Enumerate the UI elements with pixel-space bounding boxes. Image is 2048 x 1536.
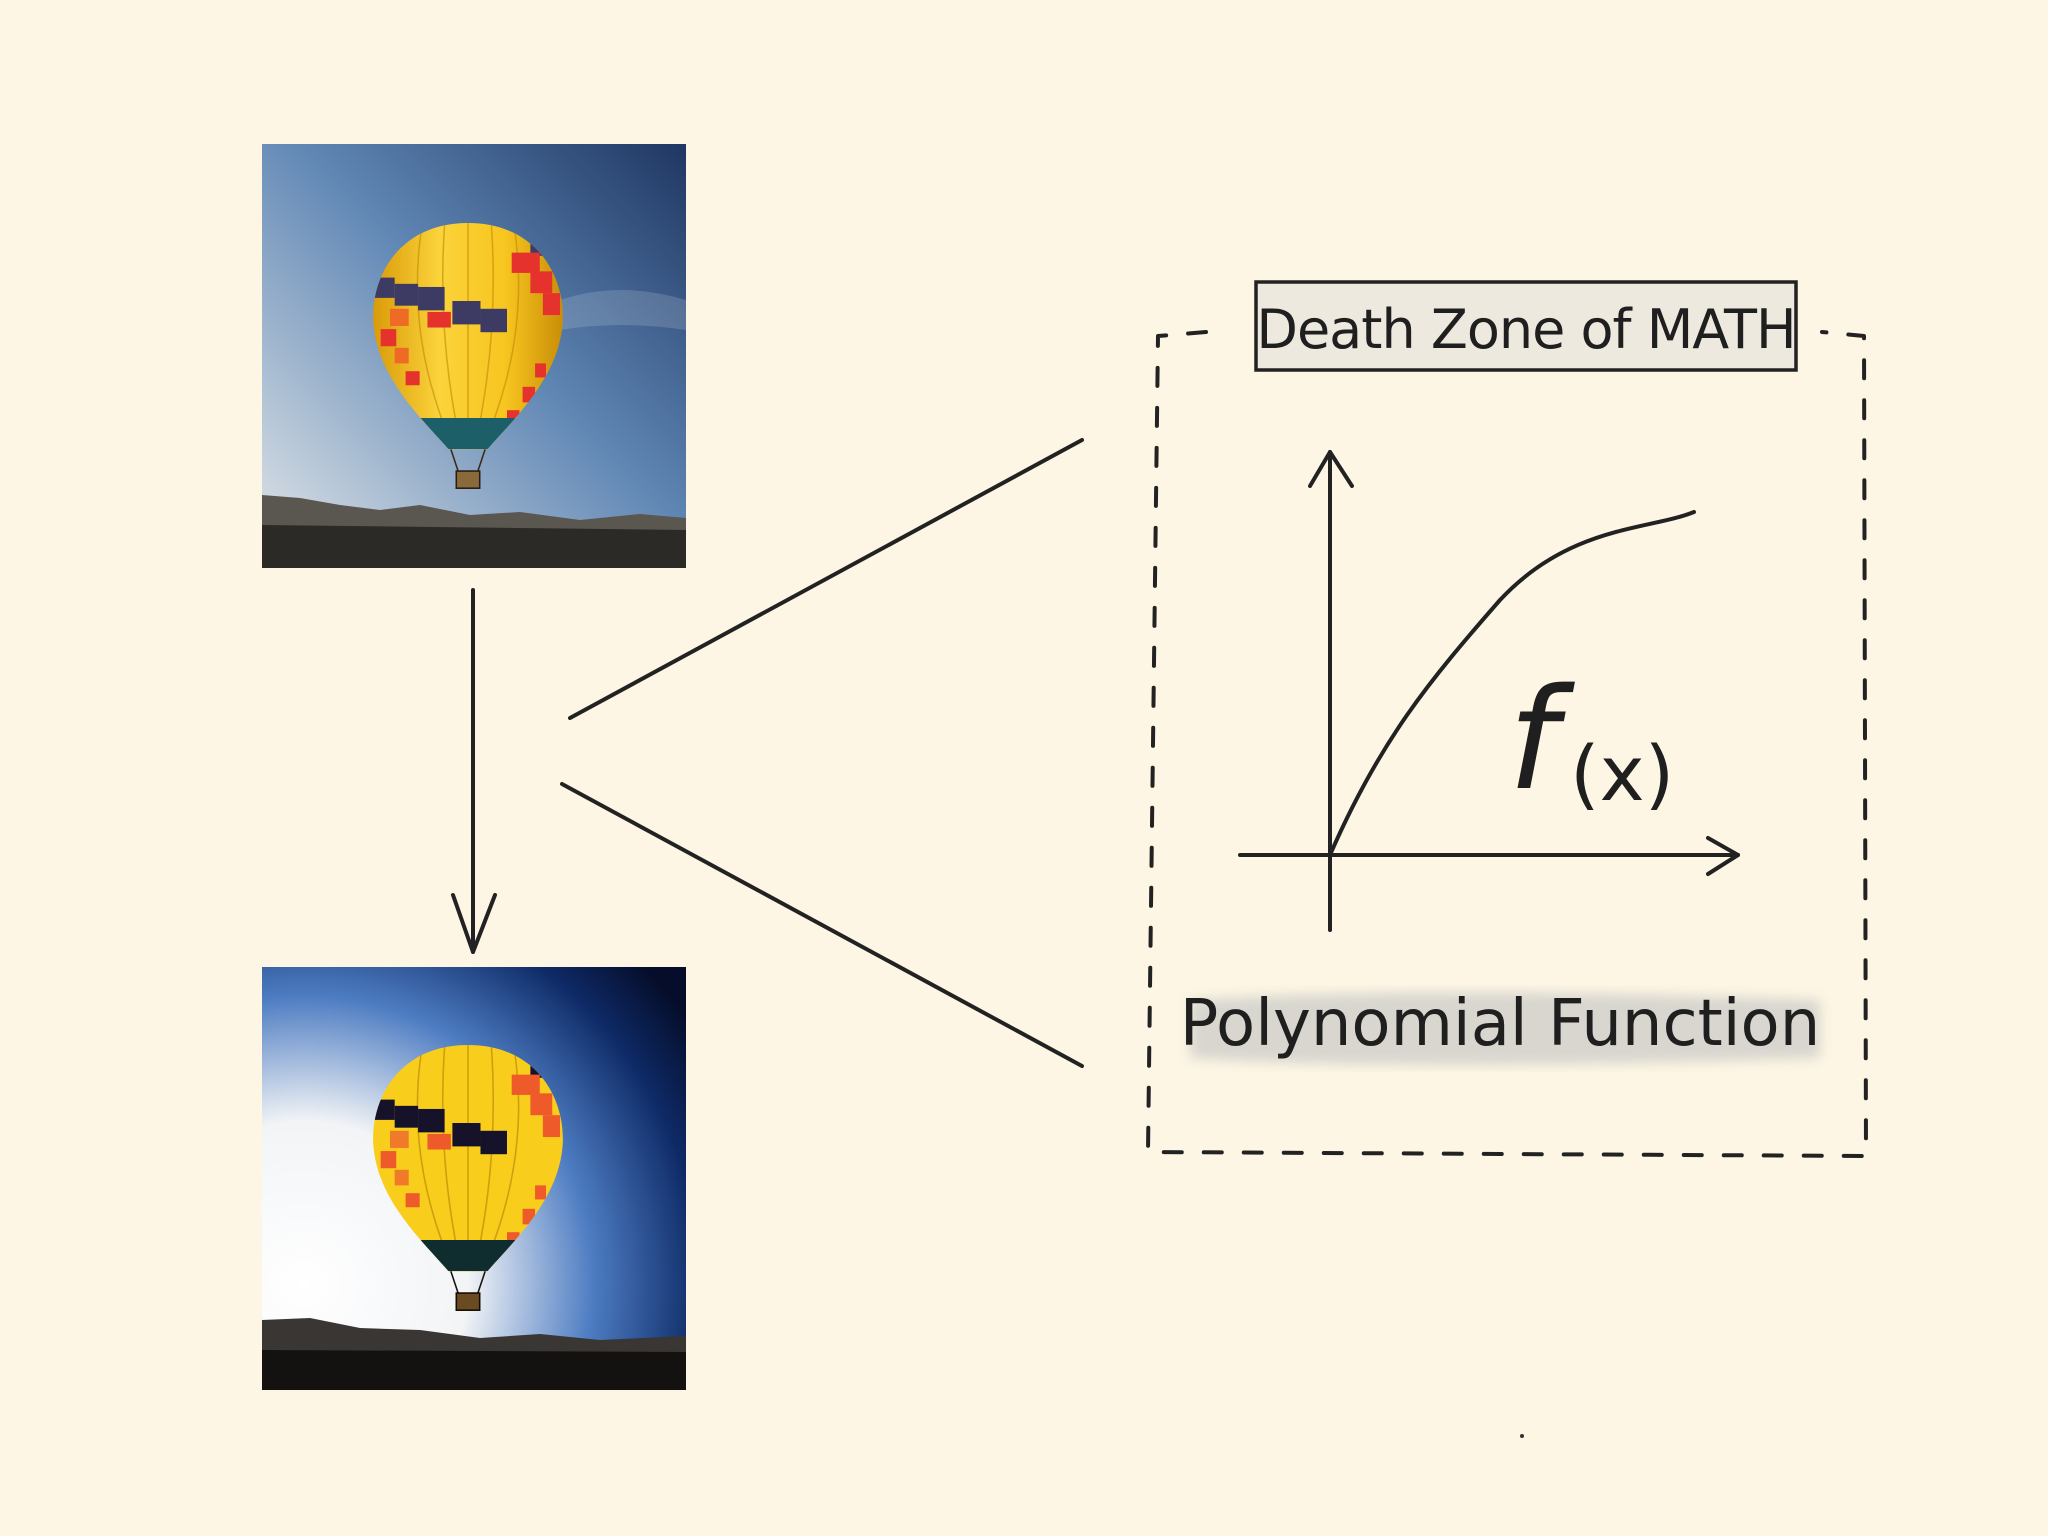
caption-text: Polynomial Function [1180, 987, 1821, 1061]
caption: Polynomial Function [1180, 987, 1821, 1065]
function-letter: f [1508, 659, 1575, 822]
down-arrow [451, 588, 497, 954]
bottom-balloon-image [262, 967, 686, 1390]
stray-dot [1520, 1434, 1524, 1438]
top-balloon-image [262, 144, 686, 568]
function-argument: (x) [1570, 729, 1674, 818]
title-text: Death Zone of MATH [1256, 298, 1795, 361]
function-label: f (x) [1508, 659, 1674, 822]
graph-axes [1238, 450, 1740, 932]
diagram-canvas: Death Zone of MATH f (x) Polynomial Func… [262, 144, 1868, 1438]
title-box: Death Zone of MATH [1254, 280, 1798, 372]
